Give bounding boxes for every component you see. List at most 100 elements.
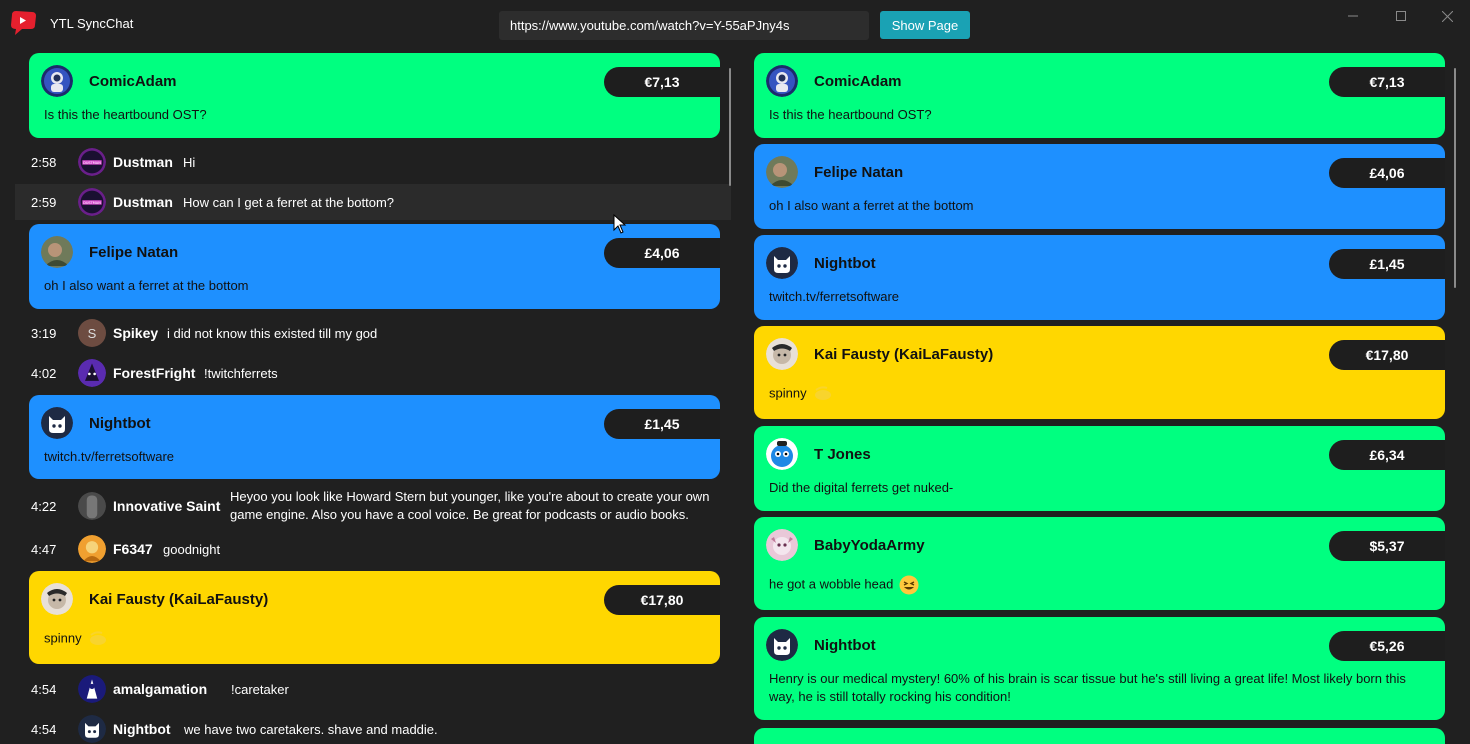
- superchat-author: Felipe Natan: [89, 244, 179, 261]
- show-page-button[interactable]: Show Page: [880, 11, 970, 39]
- chat-message: !caretaker: [231, 681, 289, 697]
- superchat-message-text: spinny: [44, 630, 82, 646]
- superchat-message: he got a wobble head: [769, 575, 1425, 595]
- superchat-card[interactable]: BabyYodaArmy $5,37 he got a wobble head: [754, 517, 1445, 610]
- superchat-author: ComicAdam: [814, 73, 902, 90]
- superchat-card[interactable]: Felipe Natan £4,06 oh I also want a ferr…: [29, 224, 720, 309]
- title-bar: YTL SyncChat Show Page: [0, 0, 1470, 48]
- nightbot-avatar-icon: [41, 407, 73, 439]
- chat-username: ForestFright: [113, 365, 196, 381]
- chat-timestamp: 4:54: [31, 681, 57, 697]
- chat-timestamp: 2:59: [31, 194, 57, 210]
- lemon-emoji-icon: [88, 629, 108, 649]
- chat-feed-pane[interactable]: ComicAdam €7,13 Is this the heartbound O…: [0, 48, 735, 744]
- superchat-amount: £4,06: [604, 238, 720, 268]
- superchat-card[interactable]: T Jones £6,34 Did the digital ferrets ge…: [754, 426, 1445, 511]
- superchat-message: Did the digital ferrets get nuked-: [769, 480, 954, 495]
- chat-message: we have two caretakers. shave and maddie…: [184, 721, 438, 737]
- maximize-icon: [1396, 11, 1406, 21]
- letter-s-avatar-icon: S: [78, 319, 106, 347]
- superchat-message: spinny: [44, 629, 700, 649]
- chat-line[interactable]: 3:19 S Spikey i did not know this existe…: [15, 315, 731, 351]
- superchat-message: twitch.tv/ferretsoftware: [44, 449, 175, 464]
- photo-avatar-icon: [41, 236, 73, 268]
- chat-message: Hi: [183, 154, 196, 170]
- nightbot-avatar-icon: [78, 715, 106, 743]
- superchat-card[interactable]: ComicAdam €7,13 Is this the heartbound O…: [29, 53, 720, 138]
- superchat-feed-pane[interactable]: ComicAdam €7,13 Is this the heartbound O…: [740, 48, 1470, 744]
- minimize-icon: [1348, 15, 1358, 17]
- superchat-message-text: spinny: [769, 385, 807, 401]
- close-icon: [1441, 10, 1453, 22]
- superchat-card[interactable]: Kai Fausty (KaiLaFausty) €17,80 spinny: [29, 571, 720, 664]
- superchat-amount: $5,37: [1329, 531, 1445, 561]
- chat-message: How can I get a ferret at the bottom?: [183, 194, 395, 210]
- minimize-button[interactable]: [1330, 4, 1376, 28]
- superchat-message-text: he got a wobble head: [769, 576, 894, 592]
- app-title: YTL SyncChat: [50, 16, 134, 31]
- chat-username: Dustman: [113, 154, 173, 170]
- photo-avatar-icon: [766, 156, 798, 188]
- chat-message: !twitchferrets: [204, 365, 278, 381]
- cartoon-avatar-icon: [41, 583, 73, 615]
- maximize-button[interactable]: [1378, 4, 1424, 28]
- superchat-message: spinny: [769, 384, 1425, 404]
- superchat-author: Nightbot: [814, 637, 876, 654]
- chat-message: Heyoo you look like Howard Stern but you…: [230, 489, 710, 522]
- cartoon-avatar-icon: [766, 338, 798, 370]
- superchat-message: Henry is our medical mystery! 60% of his…: [769, 671, 1406, 704]
- chat-username: F6347: [113, 541, 153, 557]
- superchat-author: Nightbot: [814, 255, 876, 272]
- superchat-card[interactable]: ComicAdam €7,13 Is this the heartbound O…: [754, 53, 1445, 138]
- superchat-message: Is this the heartbound OST?: [44, 107, 207, 122]
- chat-timestamp: 4:02: [31, 365, 57, 381]
- chat-username: Dustman: [113, 194, 173, 210]
- superchat-amount: €7,13: [604, 67, 720, 97]
- chat-line[interactable]: 4:02 ForestFright !twitchferrets: [15, 355, 731, 391]
- superchat-card-partial[interactable]: [754, 728, 1445, 744]
- scrollbar[interactable]: [1454, 68, 1456, 288]
- forest-avatar-icon: [78, 359, 106, 387]
- mouse-cursor-icon: [613, 214, 627, 234]
- superchat-message: Is this the heartbound OST?: [769, 107, 932, 122]
- url-input[interactable]: [499, 11, 869, 40]
- laughing-emoji-icon: [899, 575, 919, 595]
- superchat-author: Kai Fausty (KaiLaFausty): [814, 346, 994, 363]
- superchat-author: Felipe Natan: [814, 164, 904, 181]
- chat-timestamp: 4:47: [31, 541, 57, 557]
- superchat-card[interactable]: Kai Fausty (KaiLaFausty) €17,80 spinny: [754, 326, 1445, 419]
- superchat-amount: £1,45: [604, 409, 720, 439]
- superchat-amount: €7,13: [1329, 67, 1445, 97]
- superchat-message: oh I also want a ferret at the bottom: [769, 198, 974, 213]
- chat-message: goodnight: [163, 541, 221, 557]
- dustman-avatar-icon: [78, 148, 106, 176]
- superchat-card[interactable]: Nightbot £1,45 twitch.tv/ferretsoftware: [29, 395, 720, 479]
- astronaut-avatar-icon: [41, 65, 73, 97]
- superchat-amount: €17,80: [604, 585, 720, 615]
- dustman-avatar-icon: [78, 188, 106, 216]
- chat-line[interactable]: 4:47 F6347 goodnight: [15, 531, 731, 567]
- amalgamation-avatar-icon: [78, 675, 106, 703]
- chat-timestamp: 4:54: [31, 721, 57, 737]
- superchat-card[interactable]: Felipe Natan £4,06 oh I also want a ferr…: [754, 144, 1445, 229]
- superchat-message: twitch.tv/ferretsoftware: [769, 289, 900, 304]
- chat-line[interactable]: 4:22 Innovative Saint Heyoo you look lik…: [15, 486, 731, 526]
- chat-username: Nightbot: [113, 721, 171, 737]
- close-button[interactable]: [1424, 4, 1470, 28]
- chat-username: Spikey: [113, 325, 159, 341]
- scrollbar[interactable]: [729, 68, 731, 186]
- superchat-card[interactable]: Nightbot £1,45 twitch.tv/ferretsoftware: [754, 235, 1445, 320]
- app-logo-icon: [11, 11, 36, 35]
- chat-timestamp: 4:22: [31, 498, 57, 514]
- nightbot-avatar-icon: [766, 629, 798, 661]
- superchat-author: Nightbot: [89, 415, 151, 432]
- chat-line[interactable]: 4:54 Nightbot we have two caretakers. sh…: [15, 711, 731, 744]
- superchat-amount: £6,34: [1329, 440, 1445, 470]
- chat-timestamp: 3:19: [31, 325, 57, 341]
- chat-line[interactable]: 4:54 amalgamation !caretaker: [15, 671, 731, 707]
- superchat-card[interactable]: Nightbot €5,26 Henry is our medical myst…: [754, 617, 1445, 720]
- chat-message: i did not know this existed till my god: [167, 325, 378, 341]
- orange-avatar-icon: [78, 535, 106, 563]
- chat-line[interactable]: 2:58 Dustman Hi: [15, 144, 731, 180]
- superchat-author: ComicAdam: [89, 73, 177, 90]
